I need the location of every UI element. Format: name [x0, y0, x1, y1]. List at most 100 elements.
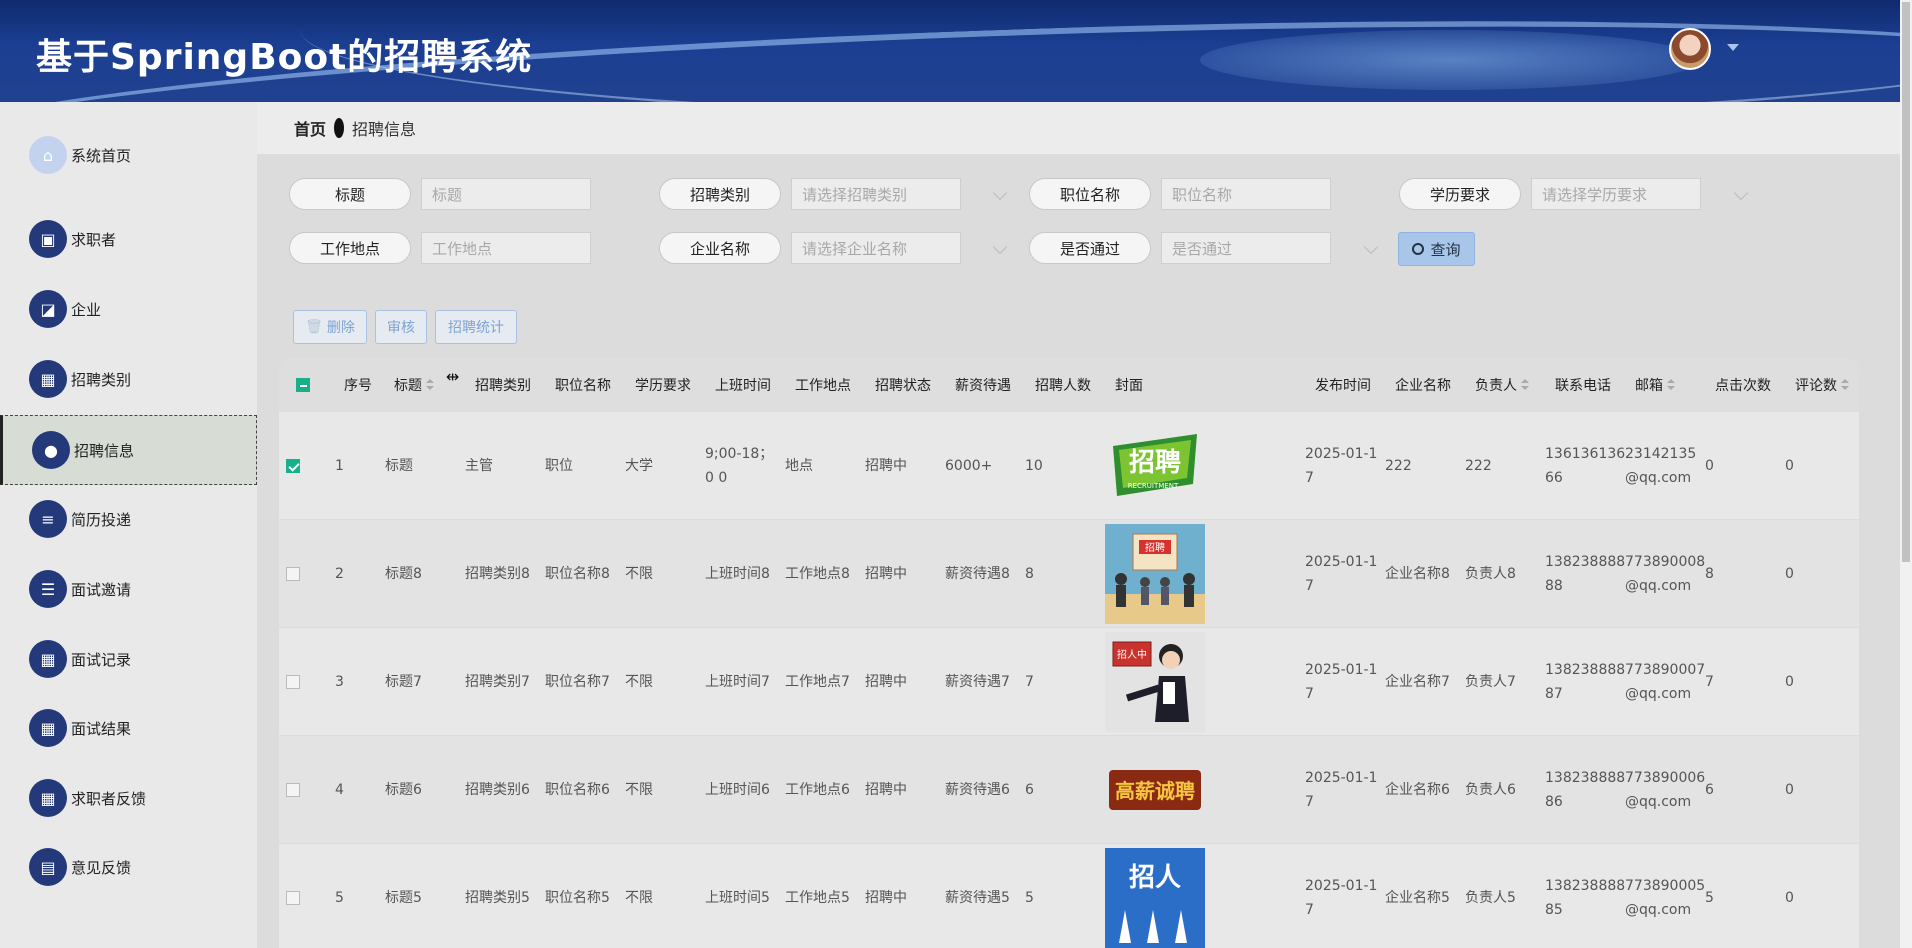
- search-passed-select[interactable]: 是否通过: [1161, 232, 1331, 264]
- cell-text: 企业名称7: [1385, 674, 1450, 690]
- table-cell-company: 222: [1385, 412, 1461, 520]
- row-checkbox[interactable]: [286, 567, 300, 581]
- row-checkbox[interactable]: [286, 891, 300, 905]
- query-button[interactable]: 查询: [1398, 232, 1475, 266]
- search-company-select[interactable]: 请选择企业名称: [791, 232, 961, 264]
- sidebar-item-label: 面试结果: [71, 719, 132, 738]
- sidebar-item-8[interactable]: ▦ 面试结果: [0, 693, 257, 763]
- cell-text: 标题7: [385, 674, 422, 690]
- column-header[interactable]: 招聘类别: [475, 358, 531, 412]
- row-checkbox[interactable]: [286, 675, 300, 689]
- row-checkbox[interactable]: [286, 459, 300, 473]
- search-title-input[interactable]: 标题: [421, 178, 591, 210]
- table-row[interactable]: 5 标题5 招聘类别5 职位名称5 不限 上班时间5 工作地点5 招聘中 薪资待遇5 5 招人 202…: [279, 844, 1859, 948]
- column-header[interactable]: 企业名称: [1395, 358, 1451, 412]
- table-cell-worktime: 上班时间5: [705, 844, 781, 948]
- delete-button[interactable]: 🗑 删除: [293, 310, 367, 344]
- column-header[interactable]: 序号: [344, 358, 372, 412]
- table-cell-no: 4: [335, 736, 375, 844]
- column-header[interactable]: 邮箱: [1635, 358, 1675, 412]
- select-all-checkbox[interactable]: [296, 378, 310, 392]
- breadcrumb-home[interactable]: 首页: [294, 116, 326, 140]
- cell-text: 2025-01-1 7: [1305, 554, 1378, 594]
- column-header[interactable]: 学历要求: [635, 358, 691, 412]
- search-location-label: 工作地点: [289, 232, 411, 264]
- row-checkbox[interactable]: [286, 783, 300, 797]
- cell-text: 5: [1705, 890, 1714, 906]
- cell-text: 上班时间8: [705, 566, 770, 582]
- sidebar-item-5[interactable]: ≡ 简历投递: [0, 484, 257, 554]
- sidebar-item-10[interactable]: ▤ 意见反馈: [0, 832, 257, 902]
- header-glow-decoration: [1200, 30, 1700, 90]
- table-cell-title: 标题: [385, 412, 461, 520]
- sort-icon[interactable]: [1841, 379, 1849, 391]
- column-header[interactable]: 封面: [1115, 358, 1143, 412]
- search-category-select[interactable]: 请选择招聘类别: [791, 178, 961, 210]
- search-position-input[interactable]: 职位名称: [1161, 178, 1331, 210]
- sidebar-item-6[interactable]: ☰ 面试邀请: [0, 554, 257, 624]
- sidebar-item-9[interactable]: ▦ 求职者反馈: [0, 763, 257, 833]
- sort-icon[interactable]: [426, 379, 434, 391]
- table-cell-worktime: 上班时间6: [705, 736, 781, 844]
- table-cell-location: 地点: [785, 412, 861, 520]
- cell-text: 773890006 @qq.com: [1625, 770, 1706, 810]
- sidebar-item-7[interactable]: ▦ 面试记录: [0, 624, 257, 694]
- breadcrumb: 首页 招聘信息: [257, 102, 1900, 154]
- chevron-down-icon[interactable]: [1733, 185, 1749, 201]
- table-cell-education: 不限: [625, 520, 701, 628]
- column-header[interactable]: 招聘人数: [1035, 358, 1091, 412]
- column-header[interactable]: 标题: [394, 358, 434, 412]
- column-header[interactable]: 负责人: [1475, 358, 1529, 412]
- table-row[interactable]: 1 标题 主管 职位 大学 9;00-18；0 0 地点 招聘中 6000+ 10 招聘 RECRUI…: [279, 412, 1859, 520]
- scrollbar-thumb[interactable]: [1902, 2, 1910, 562]
- caret-down-icon[interactable]: [1727, 44, 1739, 51]
- chevron-down-icon[interactable]: [1363, 239, 1379, 255]
- search-category-label: 招聘类别: [659, 178, 781, 210]
- cell-text: 招聘类别5: [465, 890, 530, 906]
- search-location-input[interactable]: 工作地点: [421, 232, 591, 264]
- table-cell-location: 工作地点8: [785, 520, 861, 628]
- table-cell-count: 6: [1025, 736, 1101, 844]
- table-row[interactable]: 3 标题7 招聘类别7 职位名称7 不限 上班时间7 工作地点7 招聘中 薪资待遇7 7 招人中 20…: [279, 628, 1859, 736]
- cell-text: 2025-01-1 7: [1305, 878, 1378, 918]
- table-cell-phone: 136136136 66: [1545, 412, 1625, 520]
- column-header[interactable]: 工作地点: [795, 358, 851, 412]
- grid-icon: ▦: [29, 779, 67, 817]
- sidebar-item-4[interactable]: ● 招聘信息: [0, 415, 257, 485]
- column-header[interactable]: 上班时间: [715, 358, 771, 412]
- cell-text: 不限: [625, 890, 653, 906]
- stats-button[interactable]: 招聘统计: [435, 310, 517, 344]
- sidebar-item-0[interactable]: ⌂ 系统首页: [0, 120, 257, 190]
- review-button[interactable]: 审核: [375, 310, 427, 344]
- table-cell-status: 招聘中: [865, 628, 941, 736]
- column-header[interactable]: 发布时间: [1315, 358, 1371, 412]
- search-education-select[interactable]: 请选择学历要求: [1531, 178, 1701, 210]
- table-row[interactable]: 4 标题6 招聘类别6 职位名称6 不限 上班时间6 工作地点6 招聘中 薪资待遇6 6 高薪诚聘 2…: [279, 736, 1859, 844]
- chevron-down-icon[interactable]: [992, 239, 1008, 255]
- page-scrollbar[interactable]: [1900, 0, 1912, 948]
- user-avatar[interactable]: [1669, 28, 1711, 70]
- sort-icon[interactable]: [1667, 379, 1675, 391]
- table-cell-clicks: 0: [1705, 412, 1765, 520]
- cell-text: 7: [1025, 674, 1034, 690]
- cell-text: 工作地点6: [785, 782, 850, 798]
- column-header[interactable]: 评论数: [1795, 358, 1849, 412]
- column-header[interactable]: 职位名称: [555, 358, 611, 412]
- column-header[interactable]: 招聘状态: [875, 358, 931, 412]
- sort-icon[interactable]: [1521, 379, 1529, 391]
- sidebar-item-1[interactable]: ▣ 求职者: [0, 204, 257, 274]
- sidebar-item-3[interactable]: ▦ 招聘类别: [0, 344, 257, 414]
- table-cell-title: 标题8: [385, 520, 461, 628]
- cell-text: 负责人6: [1465, 782, 1516, 798]
- column-header[interactable]: 薪资待遇: [955, 358, 1011, 412]
- sidebar: ⌂ 系统首页 ▣ 求职者 ◪ 企业 ▦ 招聘类别 ● 招聘信息 ≡ 简历投递 ☰ 面试邀请 ▦ 面试记录 ▦ 面试…: [0, 102, 257, 948]
- svg-text:高薪诚聘: 高薪诚聘: [1115, 779, 1195, 803]
- column-header[interactable]: 联系电话: [1555, 358, 1611, 412]
- column-header[interactable]: 点击次数: [1715, 358, 1771, 412]
- sidebar-item-2[interactable]: ◪ 企业: [0, 274, 257, 344]
- table-row[interactable]: 2 标题8 招聘类别8 职位名称8 不限 上班时间8 工作地点8 招聘中 薪资待遇8 8 招聘 202…: [279, 520, 1859, 628]
- table-cell-status: 招聘中: [865, 520, 941, 628]
- chevron-down-icon[interactable]: [992, 185, 1008, 201]
- cell-text: 薪资待遇8: [945, 566, 1010, 582]
- app-header: 基于SpringBoot的招聘系统: [0, 0, 1900, 102]
